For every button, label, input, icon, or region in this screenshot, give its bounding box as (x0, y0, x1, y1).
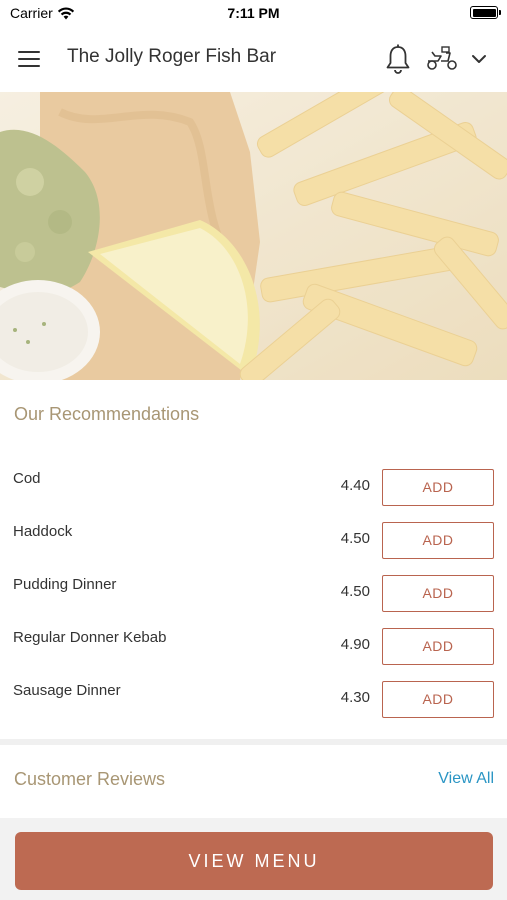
recommendations-list: Cod 4.40 ADD Haddock 4.50 ADD Pudding Dinner 4.… (0, 458, 507, 723)
item-price: 4.50 (340, 530, 370, 547)
battery-icon (470, 6, 501, 19)
item-name: Regular Donner Kebab (13, 629, 167, 646)
divider (0, 739, 507, 745)
item-name: Haddock (13, 523, 73, 540)
status-time: 7:11 PM (227, 5, 280, 21)
add-button[interactable]: ADD (382, 469, 494, 506)
app-header: The Jolly Roger Fish Bar (0, 26, 507, 92)
item-price: 4.40 (340, 477, 370, 494)
menu-icon[interactable] (18, 44, 50, 74)
add-button[interactable]: ADD (382, 522, 494, 559)
item-price: 4.50 (340, 583, 370, 600)
list-item: Haddock 4.50 ADD (0, 511, 507, 564)
scooter-icon[interactable] (424, 44, 460, 74)
list-item: Regular Donner Kebab 4.90 ADD (0, 617, 507, 670)
hero-image (0, 92, 507, 380)
list-item: Cod 4.40 ADD (0, 458, 507, 511)
add-button[interactable]: ADD (382, 628, 494, 665)
battery-fill (472, 8, 496, 17)
add-button[interactable]: ADD (382, 575, 494, 612)
view-menu-button[interactable]: VIEW MENU (15, 832, 493, 890)
status-bar: Carrier 7:11 PM (0, 0, 507, 26)
item-name: Pudding Dinner (13, 576, 117, 593)
item-price: 4.90 (340, 636, 370, 653)
add-button[interactable]: ADD (382, 681, 494, 718)
bell-icon[interactable] (384, 43, 412, 75)
page-title: The Jolly Roger Fish Bar (67, 46, 277, 67)
recommendations-title: Our Recommendations (14, 404, 200, 424)
chevron-down-icon[interactable] (466, 48, 492, 70)
view-all-reviews-link[interactable]: View All (438, 770, 494, 788)
item-name: Sausage Dinner (13, 682, 121, 699)
reviews-title: Customer Reviews (14, 769, 166, 789)
item-price: 4.30 (340, 689, 370, 706)
list-item: Sausage Dinner 4.30 ADD (0, 670, 507, 723)
list-item: Pudding Dinner 4.50 ADD (0, 564, 507, 617)
item-name: Cod (13, 470, 41, 487)
